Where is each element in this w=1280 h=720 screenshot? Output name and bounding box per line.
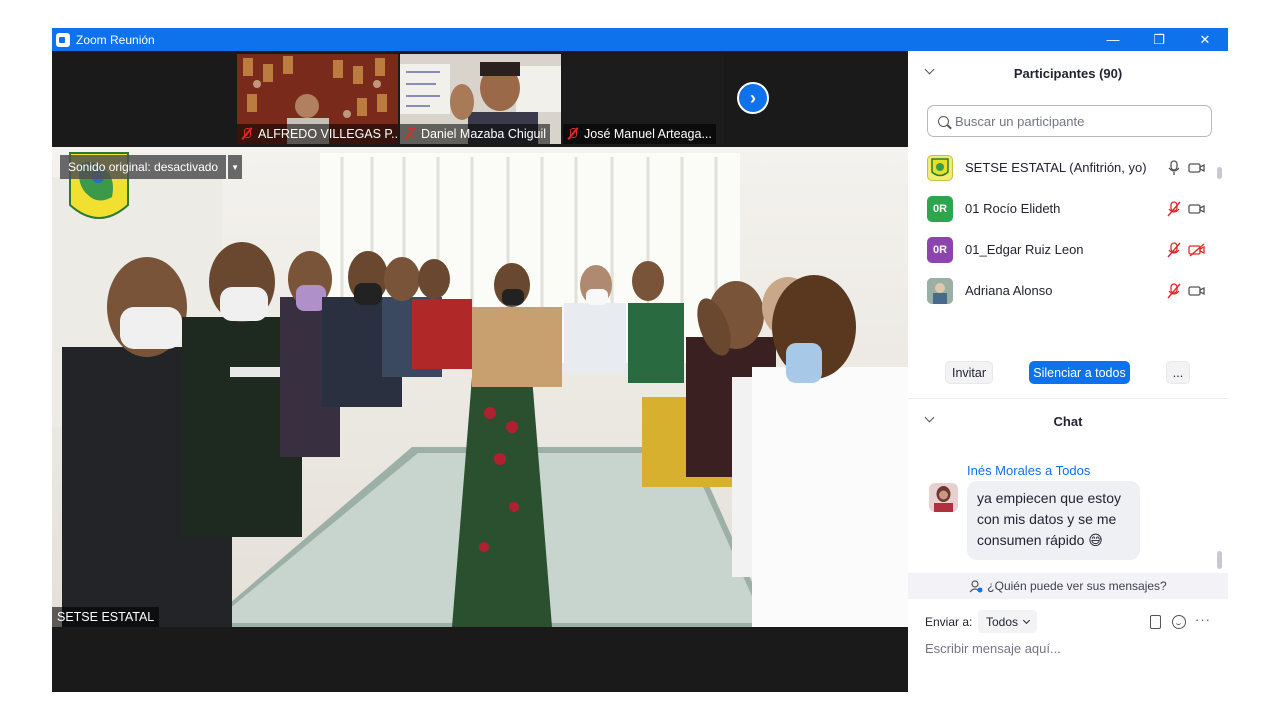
camera-off-icon[interactable] — [1188, 242, 1206, 257]
video-area: ALFREDO VILLEGAS P... Daniel Mazaba Chig… — [52, 51, 908, 692]
participant-name: 01_Edgar Ruiz Leon — [965, 242, 1084, 257]
more-icon[interactable]: ··· — [1195, 612, 1211, 627]
chat-messages: Inés Morales a Todos ya empiecen que est… — [908, 443, 1228, 573]
mic-muted-icon[interactable] — [1167, 241, 1181, 258]
zoom-window: Zoom Reunión — ❐ ✕ ALFREDO VILLEGAS P...… — [52, 28, 1228, 692]
original-sound-toggle[interactable]: Sonido original: desactivado ▼ — [60, 155, 243, 179]
send-to-dropdown[interactable]: Todos — [978, 610, 1038, 633]
participant-name: 01 Rocío Elideth — [965, 201, 1061, 216]
meeting-room-video — [52, 147, 908, 627]
participant-thumbnail[interactable]: Daniel Mazaba Chiguil — [400, 54, 561, 144]
avatar — [927, 277, 953, 304]
more-options-button[interactable]: ... — [1166, 361, 1190, 384]
thumbnail-name: José Manuel Arteaga... — [584, 127, 712, 141]
avatar: 0R — [927, 236, 953, 263]
thumbnail-name: Daniel Mazaba Chiguil — [421, 127, 547, 141]
mic-muted-icon — [567, 127, 579, 141]
zoom-app-icon — [56, 32, 70, 47]
participant-name: Adriana Alonso — [965, 283, 1053, 298]
who-can-see-link[interactable]: ¿Quién puede ver sus mensajes? — [908, 573, 1228, 599]
avatar: 0R — [927, 195, 953, 222]
emoji-icon[interactable] — [1172, 615, 1186, 629]
file-icon[interactable] — [1150, 615, 1161, 629]
send-to-value: Todos — [986, 614, 1019, 629]
mic-muted-icon — [241, 127, 253, 141]
chat-title: Chat — [1053, 413, 1083, 429]
chevron-down-icon[interactable] — [924, 64, 935, 75]
chevron-down-icon[interactable] — [924, 412, 935, 423]
thumbnail-name-label: ALFREDO VILLEGAS P... — [237, 124, 398, 144]
avatar — [929, 483, 958, 512]
participant-thumbnail[interactable]: José Manuel Arteaga... — [563, 54, 724, 144]
who-can-see-text: ¿Quién puede ver sus mensajes? — [987, 579, 1167, 593]
title-bar: Zoom Reunión — ❐ ✕ — [52, 28, 1228, 51]
user-icon — [969, 579, 983, 592]
chat-message-bubble: ya empiecen que estoy con mis datos y se… — [967, 481, 1140, 560]
thumbnail-name-label: Daniel Mazaba Chiguil — [400, 124, 551, 144]
side-panel: Participantes (90) SETSE ESTATAL (Anfitr… — [908, 51, 1228, 692]
thumbnail-name-label: José Manuel Arteaga... — [563, 124, 716, 144]
camera-icon[interactable] — [1188, 161, 1206, 175]
mic-muted-icon[interactable] — [1167, 200, 1181, 217]
participants-title: Participantes (90) — [1013, 65, 1123, 81]
participant-list: SETSE ESTATAL (Anfitrión, yo) 0R 01 Rocí… — [908, 147, 1228, 317]
mute-all-button[interactable]: Silenciar a todos — [1029, 361, 1130, 384]
chat-scrollbar[interactable] — [1217, 551, 1222, 569]
chat-recipient: a Todos — [1045, 463, 1091, 478]
participant-scrollbar[interactable] — [1217, 167, 1222, 179]
avatar — [927, 154, 953, 181]
close-icon[interactable]: ✕ — [1182, 28, 1228, 51]
next-page-button[interactable]: › — [737, 82, 769, 114]
chat-header[interactable]: Chat — [908, 399, 1228, 443]
active-speaker-video: Sonido original: desactivado ▼ SETSE EST… — [52, 147, 908, 627]
send-to-row: Enviar a: Todos ··· — [908, 609, 1228, 635]
participant-row[interactable]: Adriana Alonso — [908, 270, 1228, 311]
participants-header[interactable]: Participantes (90) — [908, 51, 1228, 95]
video-bottom-bar — [52, 627, 908, 692]
thumbnail-name: ALFREDO VILLEGAS P... — [258, 127, 398, 141]
participant-row[interactable]: SETSE ESTATAL (Anfitrión, yo) — [908, 147, 1228, 188]
participant-thumbnail[interactable]: ALFREDO VILLEGAS P... — [237, 54, 398, 144]
mic-muted-icon[interactable] — [1167, 282, 1181, 299]
participant-row[interactable] — [908, 311, 1228, 317]
search-input[interactable] — [955, 113, 1195, 129]
speaker-name-label: SETSE ESTATAL — [52, 607, 160, 627]
mic-muted-icon — [404, 127, 416, 141]
restore-icon[interactable]: ❐ — [1136, 28, 1182, 51]
minimize-icon[interactable]: — — [1090, 28, 1136, 51]
participant-row[interactable]: 0R 01_Edgar Ruiz Leon — [908, 229, 1228, 270]
thumbnail-strip: ALFREDO VILLEGAS P... Daniel Mazaba Chig… — [52, 51, 908, 147]
participant-row[interactable]: 0R 01 Rocío Elideth — [908, 188, 1228, 229]
send-to-label: Enviar a: — [925, 615, 973, 629]
chat-message-input[interactable] — [925, 641, 1215, 656]
participant-name: SETSE ESTATAL (Anfitrión, yo) — [965, 160, 1147, 175]
window-title: Zoom Reunión — [76, 32, 155, 47]
window-controls: — ❐ ✕ — [1090, 28, 1228, 51]
camera-icon[interactable] — [1188, 202, 1206, 216]
participant-search[interactable] — [927, 105, 1212, 137]
chat-sender-name: Inés Morales — [967, 463, 1042, 478]
original-sound-label: Sonido original: desactivado — [60, 155, 227, 179]
chevron-down-icon[interactable]: ▼ — [228, 155, 243, 179]
invite-button[interactable]: Invitar — [945, 361, 993, 384]
search-icon — [938, 115, 949, 127]
chat-sender-line[interactable]: Inés Morales a Todos — [967, 463, 1090, 478]
mic-icon[interactable] — [1167, 159, 1181, 176]
chevron-down-icon — [1022, 616, 1031, 624]
camera-icon[interactable] — [1188, 284, 1206, 298]
